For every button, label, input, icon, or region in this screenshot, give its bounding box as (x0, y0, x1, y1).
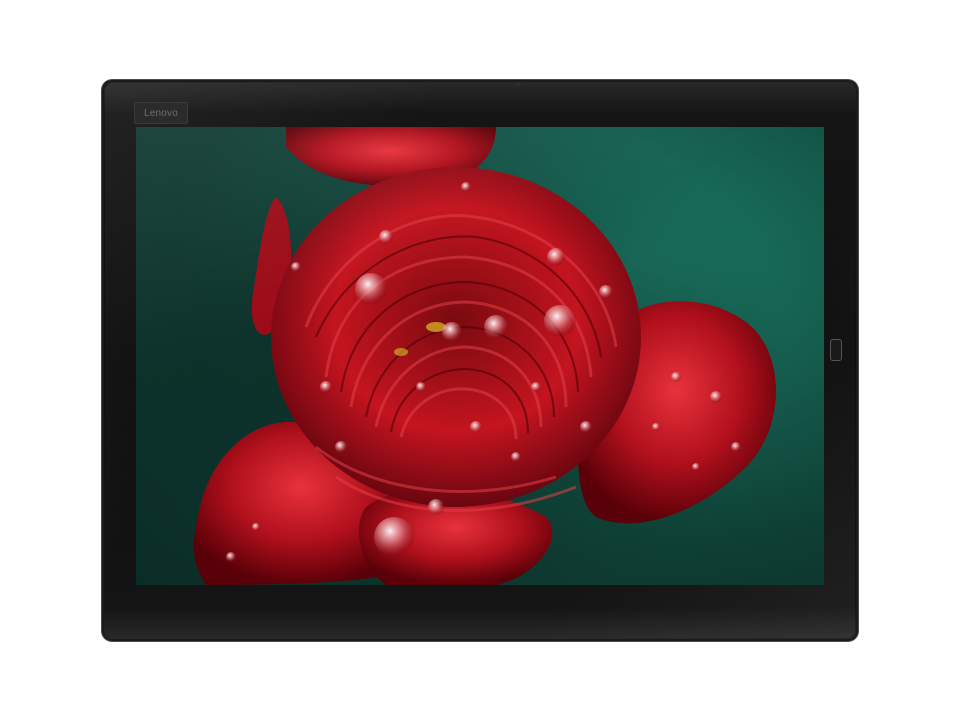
flower-stamen (394, 348, 408, 356)
product-photo: Lenovo (0, 0, 960, 720)
flower-wallpaper (136, 127, 824, 585)
brand-label: Lenovo (143, 107, 178, 119)
tablet-screen (136, 127, 824, 585)
fingerprint-button (830, 339, 842, 361)
brand-logo: Lenovo (134, 102, 188, 124)
camera-icon (515, 83, 521, 86)
tablet-device: Lenovo (102, 80, 858, 641)
